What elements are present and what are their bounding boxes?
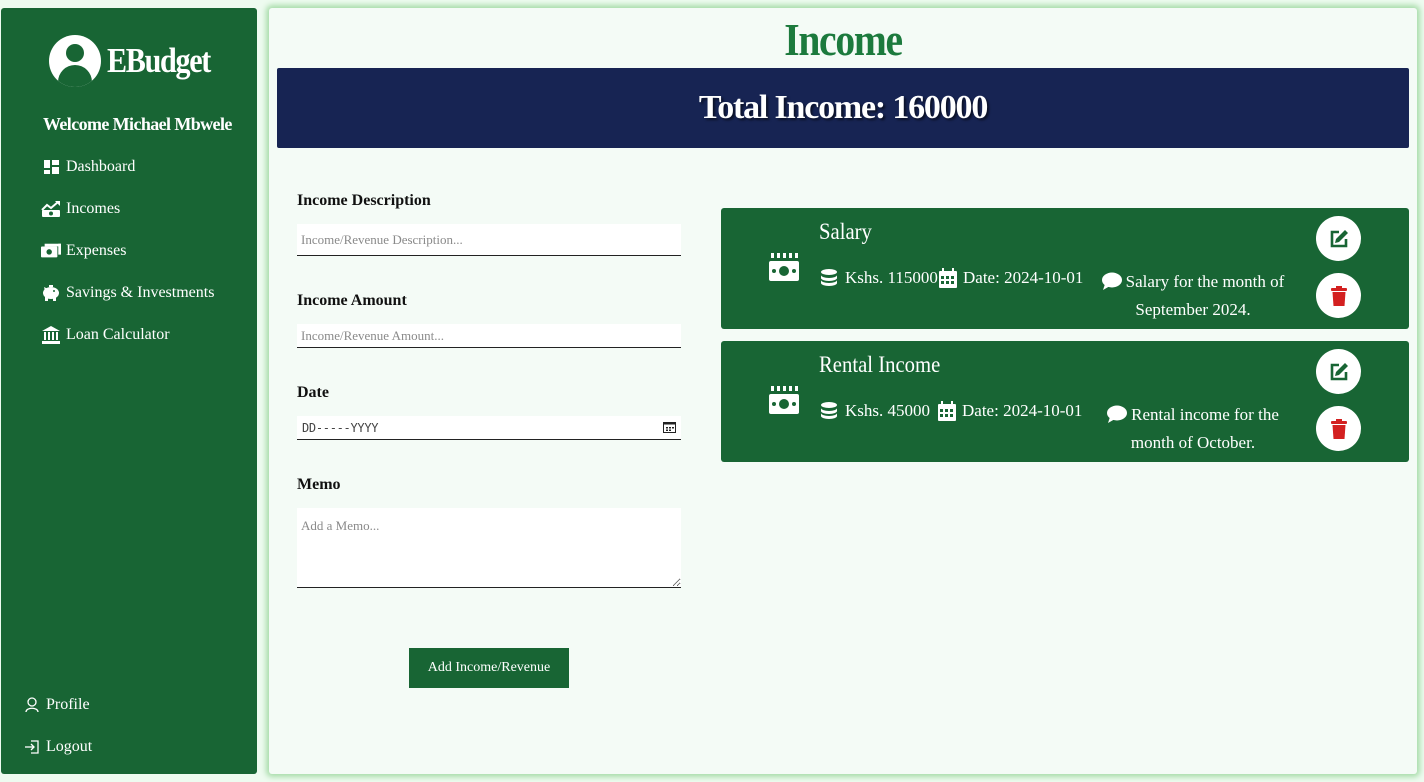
calendar-icon xyxy=(938,401,956,421)
main-panel: Income Total Income: 160000 Income Descr… xyxy=(269,8,1417,774)
sidebar-item-loan-calculator[interactable]: Loan Calculator xyxy=(41,314,214,356)
income-amount-label: Income Amount xyxy=(297,292,407,309)
income-amount-input[interactable] xyxy=(297,324,681,348)
page-title: Income xyxy=(784,14,903,65)
income-date: Date: 2024-10-01 xyxy=(938,401,1082,421)
sidebar-item-logout[interactable]: Logout xyxy=(23,726,92,768)
piggy-bank-icon xyxy=(41,283,61,303)
add-income-button[interactable]: Add Income/Revenue xyxy=(409,648,569,688)
sidebar-item-incomes[interactable]: Incomes xyxy=(41,188,214,230)
income-card: Rental Income Kshs. 45000 Date: 2024-10-… xyxy=(721,341,1409,462)
income-memo-line2: September 2024. xyxy=(1135,300,1251,319)
income-amount: Kshs. 115000 xyxy=(819,268,938,288)
income-memo: Rental income for the month of October. xyxy=(1093,401,1293,457)
income-memo-line1: Rental income for the xyxy=(1131,405,1279,424)
sidebar-item-label: Dashboard xyxy=(66,158,136,175)
sidebar-nav: Dashboard Incomes Expenses Savings & Inv… xyxy=(41,146,214,356)
trash-icon xyxy=(1330,285,1347,306)
sidebar-bottom-nav: Profile Logout xyxy=(23,684,92,768)
edit-icon xyxy=(1330,362,1348,380)
memo-label: Memo xyxy=(297,476,341,493)
income-title: Salary xyxy=(819,219,872,244)
sidebar-item-label: Profile xyxy=(46,696,90,713)
edit-income-button[interactable] xyxy=(1316,349,1361,394)
money-bill-icon xyxy=(41,241,61,261)
coins-icon xyxy=(821,402,837,419)
user-avatar-icon xyxy=(49,35,101,87)
sidebar-item-profile[interactable]: Profile xyxy=(23,684,92,726)
date-placeholder: DD-----YYYY xyxy=(302,420,379,435)
brand[interactable]: EBudget xyxy=(49,35,227,87)
calendar-icon xyxy=(939,268,957,288)
income-title: Rental Income xyxy=(819,352,941,377)
total-income-banner: Total Income: 160000 xyxy=(277,68,1409,148)
bank-icon xyxy=(41,325,61,345)
user-icon xyxy=(23,696,41,714)
money-bill-wave-icon xyxy=(768,386,800,420)
sidebar-item-label: Savings & Investments xyxy=(66,284,215,301)
income-memo-line2: month of October. xyxy=(1130,433,1256,452)
sidebar-item-dashboard[interactable]: Dashboard xyxy=(41,146,214,188)
dashboard-icon xyxy=(41,157,61,177)
delete-income-button[interactable] xyxy=(1316,273,1361,318)
income-card: Salary Kshs. 115000 Date: 2024-10-01 Sal… xyxy=(721,208,1409,329)
logout-icon xyxy=(23,738,41,756)
sidebar-item-label: Expenses xyxy=(66,242,127,259)
sidebar: EBudget Welcome Michael Mbwele Dashboard… xyxy=(1,8,257,774)
sidebar-item-label: Logout xyxy=(46,738,93,755)
calendar-icon[interactable] xyxy=(663,418,676,437)
income-memo-line1: Salary for the month of xyxy=(1125,272,1285,291)
comment-icon xyxy=(1107,405,1128,423)
income-amount-text: Kshs. 45000 xyxy=(845,401,931,420)
welcome-message: Welcome Michael Mbwele xyxy=(43,114,232,134)
delete-income-button[interactable] xyxy=(1316,406,1361,451)
comment-icon xyxy=(1101,272,1122,290)
income-amount-text: Kshs. 115000 xyxy=(845,268,938,287)
sidebar-item-expenses[interactable]: Expenses xyxy=(41,230,214,272)
income-date-text: Date: 2024-10-01 xyxy=(963,268,1084,287)
sidebar-item-label: Incomes xyxy=(66,200,121,217)
brand-name: EBudget xyxy=(107,41,211,80)
memo-textarea[interactable] xyxy=(297,508,681,588)
income-description-label: Income Description xyxy=(297,192,431,209)
date-label: Date xyxy=(297,384,329,401)
coins-icon xyxy=(821,269,837,286)
income-amount: Kshs. 45000 xyxy=(819,401,930,421)
chart-line-icon xyxy=(41,199,61,219)
sidebar-item-savings[interactable]: Savings & Investments xyxy=(41,272,214,314)
income-date-text: Date: 2024-10-01 xyxy=(962,401,1083,420)
money-bill-wave-icon xyxy=(768,253,800,287)
edit-icon xyxy=(1330,229,1348,247)
income-date: Date: 2024-10-01 xyxy=(939,268,1083,288)
date-input[interactable]: DD-----YYYY xyxy=(297,416,681,440)
income-description-input[interactable] xyxy=(297,224,681,256)
edit-income-button[interactable] xyxy=(1316,216,1361,261)
trash-icon xyxy=(1330,418,1347,439)
sidebar-item-label: Loan Calculator xyxy=(66,326,170,343)
income-memo: Salary for the month of September 2024. xyxy=(1093,268,1293,324)
